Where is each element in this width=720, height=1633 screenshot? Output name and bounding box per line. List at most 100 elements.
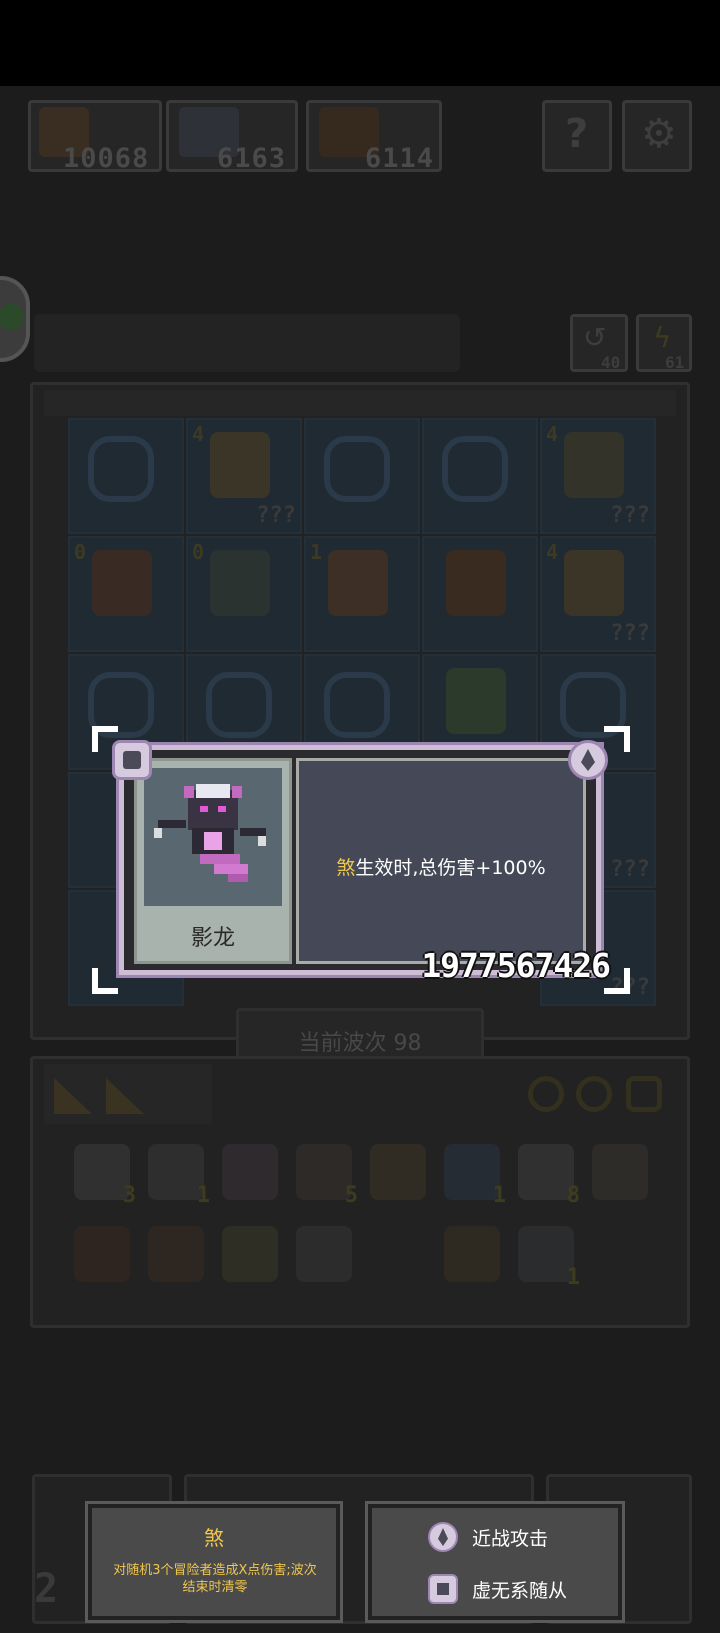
- resource-monster: 6163: [166, 100, 298, 174]
- inventory-item[interactable]: 1: [444, 1144, 506, 1208]
- unit-level: 4: [546, 540, 559, 564]
- keyword-description: 对随机3个冒险者造成X点伤害;波次结束时清零: [113, 1563, 317, 1595]
- inventory-grid: 3 1 5 1 8 1: [44, 1126, 676, 1314]
- item-count: 1: [196, 1183, 210, 1208]
- inventory-item[interactable]: [222, 1226, 278, 1282]
- bottom-left-digit: 2: [34, 1566, 59, 1612]
- question-icon: ?: [565, 111, 589, 157]
- void-summon-icon[interactable]: [112, 740, 152, 780]
- resource-bow: 6114: [306, 100, 442, 174]
- grid-slot[interactable]: [68, 418, 184, 534]
- unit-sprite: [328, 550, 388, 616]
- tab-icon[interactable]: [54, 1078, 92, 1114]
- shadow-dragon-sprite: [154, 784, 266, 882]
- grid-slot[interactable]: 4 ???: [540, 418, 656, 534]
- unit-hidden-label: ???: [610, 621, 650, 646]
- inventory-item[interactable]: [592, 1144, 648, 1200]
- tag-label: 虚无系随从: [472, 1580, 568, 1602]
- settings-button[interactable]: ⚙: [622, 100, 692, 172]
- description-text: 生效时,总伤害+100%: [355, 857, 546, 879]
- unit-hidden-label: ???: [256, 503, 296, 528]
- inventory-item[interactable]: [148, 1226, 204, 1282]
- inventory-item[interactable]: 5: [296, 1144, 358, 1208]
- unit-level: 1: [310, 540, 323, 564]
- tag-label: 近战攻击: [472, 1528, 549, 1550]
- chat-bubble-icon: [0, 304, 24, 330]
- unit-sprite: [210, 432, 270, 498]
- status-bar: [0, 0, 720, 86]
- melee-attack-icon: [428, 1522, 458, 1552]
- counter-value: 61: [665, 353, 685, 372]
- resource-value: 10068: [63, 143, 150, 174]
- unit-hidden-label: ???: [610, 503, 650, 528]
- counter-value: 40: [601, 353, 621, 372]
- unit-portrait: [144, 768, 282, 906]
- resource-value: 6163: [217, 143, 287, 174]
- item-count: 5: [344, 1183, 358, 1208]
- void-summon-icon: [428, 1574, 458, 1604]
- item-count: 8: [566, 1183, 580, 1208]
- refresh-icon: ↺: [583, 321, 607, 354]
- item-count: 1: [566, 1265, 580, 1290]
- resource-blood: 10068: [28, 100, 162, 174]
- tab-icon[interactable]: [106, 1078, 144, 1114]
- card-corner-tr: [604, 726, 630, 752]
- lightning-icon: ϟ: [653, 321, 672, 354]
- grid-slot[interactable]: [304, 418, 420, 534]
- board-top-rail: [44, 390, 676, 416]
- grid-slot[interactable]: [422, 418, 538, 534]
- item-count: 1: [492, 1183, 506, 1208]
- grid-slot[interactable]: 0: [68, 536, 184, 652]
- gear-icon: ⚙: [641, 111, 677, 157]
- counter-lightning[interactable]: ϟ 61: [636, 314, 692, 372]
- keyword-tooltip: 煞 对随机3个冒险者造成X点伤害;波次结束时清零: [88, 1504, 340, 1620]
- filter-icon-1[interactable]: [528, 1076, 564, 1112]
- unit-level: 0: [192, 540, 205, 564]
- unit-sprite: [564, 550, 624, 616]
- unit-sprite: [446, 668, 506, 734]
- inventory-item[interactable]: [444, 1226, 500, 1282]
- inventory-item[interactable]: 1: [518, 1226, 580, 1290]
- inventory-item[interactable]: [370, 1144, 426, 1200]
- filter-icon-3[interactable]: [626, 1076, 662, 1112]
- name-bar: [34, 314, 460, 372]
- inventory-tabs: [44, 1064, 212, 1124]
- inventory-item[interactable]: 8: [518, 1144, 580, 1208]
- unit-hidden-label: ???: [610, 857, 650, 882]
- item-count: 3: [122, 1183, 136, 1208]
- unit-level: 0: [74, 540, 87, 564]
- unit-sprite: [210, 550, 270, 616]
- keyword-sha[interactable]: 煞: [336, 857, 355, 879]
- filter-icon-2[interactable]: [576, 1076, 612, 1112]
- card-corner-bl: [92, 968, 118, 994]
- inventory-item[interactable]: [222, 1144, 278, 1200]
- unit-name: 影龙: [190, 926, 235, 951]
- grid-slot[interactable]: 0: [186, 536, 302, 652]
- unit-description: 煞生效时,总伤害+100%: [299, 853, 583, 880]
- inventory-item[interactable]: 1: [148, 1144, 210, 1208]
- unit-sprite: [564, 432, 624, 498]
- grid-slot[interactable]: [422, 536, 538, 652]
- filter-icons: [520, 1070, 676, 1120]
- unit-power: 1977567426: [421, 946, 611, 985]
- unit-level: 4: [546, 422, 559, 446]
- inventory-item[interactable]: 3: [74, 1144, 136, 1208]
- inventory-item[interactable]: [74, 1226, 130, 1282]
- inventory-item[interactable]: [296, 1226, 352, 1282]
- unit-sprite: [92, 550, 152, 616]
- grid-slot[interactable]: 1: [304, 536, 420, 652]
- keyword-title: 煞: [204, 1526, 224, 1550]
- chat-button[interactable]: [0, 276, 30, 362]
- bow-sprite: [446, 550, 506, 616]
- unit-level: 4: [192, 422, 205, 446]
- grid-slot[interactable]: 4 ???: [186, 418, 302, 534]
- resource-value: 6114: [365, 143, 435, 174]
- grid-slot[interactable]: 4 ???: [540, 536, 656, 652]
- counter-refresh[interactable]: ↺ 40: [570, 314, 628, 372]
- wave-label: 当前波次 98: [298, 1031, 422, 1056]
- unit-description-panel: 煞生效时,总伤害+100%: [296, 758, 586, 964]
- help-button[interactable]: ?: [542, 100, 612, 172]
- tags-tooltip: 近战攻击 虚无系随从: [368, 1504, 622, 1620]
- melee-attack-icon[interactable]: [568, 740, 608, 780]
- unit-name-box: 影龙: [144, 912, 282, 956]
